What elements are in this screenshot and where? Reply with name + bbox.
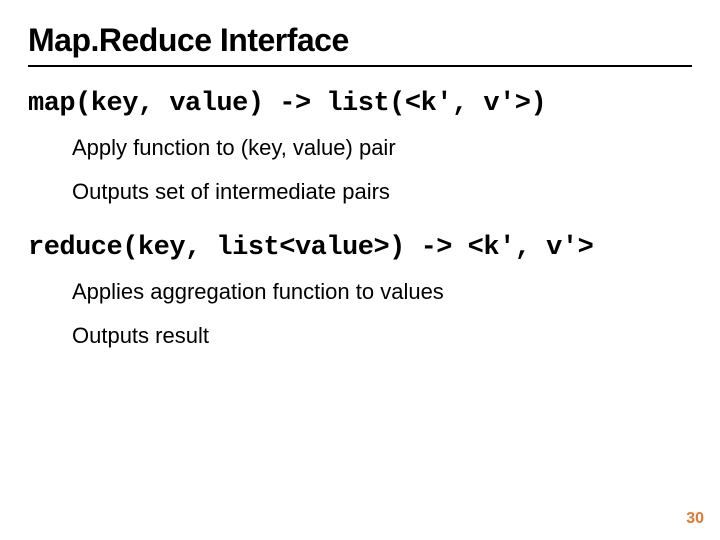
map-bullet: Outputs set of intermediate pairs: [72, 179, 692, 205]
reduce-bullets: Applies aggregation function to values O…: [72, 279, 692, 349]
title-rule: [28, 65, 692, 67]
slide: Map.Reduce Interface map(key, value) -> …: [0, 0, 720, 540]
reduce-signature: reduce(key, list<value>) -> <k', v'>: [28, 233, 692, 263]
reduce-bullet: Outputs result: [72, 323, 692, 349]
map-signature: map(key, value) -> list(<k', v'>): [28, 89, 692, 119]
page-number: 30: [686, 510, 704, 528]
slide-title: Map.Reduce Interface: [28, 22, 692, 59]
reduce-bullet: Applies aggregation function to values: [72, 279, 692, 305]
map-bullets: Apply function to (key, value) pair Outp…: [72, 135, 692, 205]
map-bullet: Apply function to (key, value) pair: [72, 135, 692, 161]
